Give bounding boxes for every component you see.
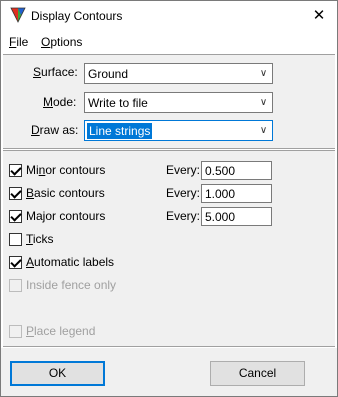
- ticks-checkbox[interactable]: [9, 233, 22, 246]
- minor-every-label: Every:: [166, 163, 201, 177]
- draw-as-value: Line strings: [87, 123, 153, 139]
- mode-label-mnemonic: M: [43, 95, 53, 109]
- surface-label: Surface:: [33, 65, 78, 79]
- place-legend-label-text: lace legend: [34, 324, 96, 338]
- close-button[interactable]: ✕: [301, 1, 337, 31]
- menu-file[interactable]: File: [9, 35, 28, 49]
- basic-every-input[interactable]: 1.000: [201, 184, 272, 203]
- draw-as-label-text: raw as:: [39, 123, 79, 137]
- menu-options[interactable]: Options: [41, 35, 82, 49]
- draw-as-label: Draw as:: [31, 123, 78, 137]
- ticks-label-text: icks: [32, 232, 54, 246]
- minor-every-value: 0.500: [205, 164, 236, 178]
- major-every-value: 5.000: [205, 210, 236, 224]
- minor-contours-checkbox[interactable]: [9, 164, 22, 177]
- contours-panel: Minor contours Every: 0.500 Basic contou…: [3, 150, 335, 347]
- basic-contours-label-mnemonic: B: [26, 186, 35, 200]
- draw-as-label-mnemonic: D: [31, 123, 40, 137]
- automatic-labels-label-text: utomatic labels: [34, 255, 115, 269]
- major-every-label: Every:: [166, 209, 201, 223]
- settings-panel: Surface: Ground ∨ Mode: Write to file ∨ …: [3, 54, 335, 149]
- mode-label-text: ode:: [53, 95, 77, 109]
- ticks-label[interactable]: Ticks: [26, 232, 54, 246]
- dialog-window: Display Contours ✕ File Options Surface:…: [0, 0, 338, 397]
- menu-bar: File Options: [1, 32, 337, 52]
- place-legend-checkbox: [9, 325, 22, 338]
- menu-options-label: ptions: [50, 35, 83, 49]
- triangle-app-icon: [10, 7, 26, 23]
- place-legend-label: Place legend: [26, 324, 95, 338]
- menu-file-label: ile: [16, 35, 29, 49]
- mode-value: Write to file: [88, 96, 148, 110]
- ok-button[interactable]: OK: [10, 361, 105, 386]
- basic-contours-checkbox[interactable]: [9, 187, 22, 200]
- chevron-down-icon[interactable]: ∨: [255, 64, 272, 83]
- chevron-down-icon[interactable]: ∨: [255, 121, 272, 140]
- automatic-labels-label-mnemonic: A: [26, 255, 35, 269]
- basic-contours-label[interactable]: Basic contours: [26, 186, 105, 200]
- window-title: Display Contours: [31, 9, 123, 23]
- minor-contours-label[interactable]: Minor contours: [26, 163, 105, 177]
- menu-options-mnemonic: O: [41, 35, 51, 49]
- mode-select[interactable]: Write to file ∨: [84, 92, 273, 113]
- basic-every-label: Every:: [166, 186, 201, 200]
- basic-contours-label-text: asic contours: [34, 186, 105, 200]
- chevron-down-icon[interactable]: ∨: [255, 93, 272, 112]
- mode-label: Mode:: [43, 95, 76, 109]
- surface-label-mnemonic: S: [33, 65, 42, 79]
- major-contours-label-text: or contours: [45, 209, 106, 223]
- major-contours-label-pre: Ma: [26, 209, 43, 223]
- minor-every-input[interactable]: 0.500: [201, 161, 272, 180]
- surface-select[interactable]: Ground ∨: [84, 63, 273, 84]
- surface-value: Ground: [88, 67, 129, 81]
- button-bar: OK Cancel: [1, 348, 337, 396]
- minor-contours-label-text: or contours: [45, 163, 106, 177]
- major-contours-label[interactable]: Major contours: [26, 209, 105, 223]
- major-every-input[interactable]: 5.000: [201, 207, 272, 226]
- place-legend-label-mnemonic: P: [26, 324, 35, 338]
- surface-label-text: urface:: [41, 65, 78, 79]
- automatic-labels-checkbox[interactable]: [9, 256, 22, 269]
- title-bar: Display Contours ✕: [1, 1, 337, 31]
- minor-contours-label-pre: Mi: [26, 163, 39, 177]
- ticks-label-mnemonic: T: [26, 232, 33, 246]
- inside-fence-label: Inside fence only: [26, 278, 117, 292]
- cancel-button[interactable]: Cancel: [210, 361, 305, 386]
- inside-fence-checkbox: [9, 279, 22, 292]
- basic-every-value: 1.000: [205, 187, 236, 201]
- automatic-labels-label[interactable]: Automatic labels: [26, 255, 114, 269]
- major-contours-checkbox[interactable]: [9, 210, 22, 223]
- draw-as-select[interactable]: Line strings ∨: [84, 120, 273, 141]
